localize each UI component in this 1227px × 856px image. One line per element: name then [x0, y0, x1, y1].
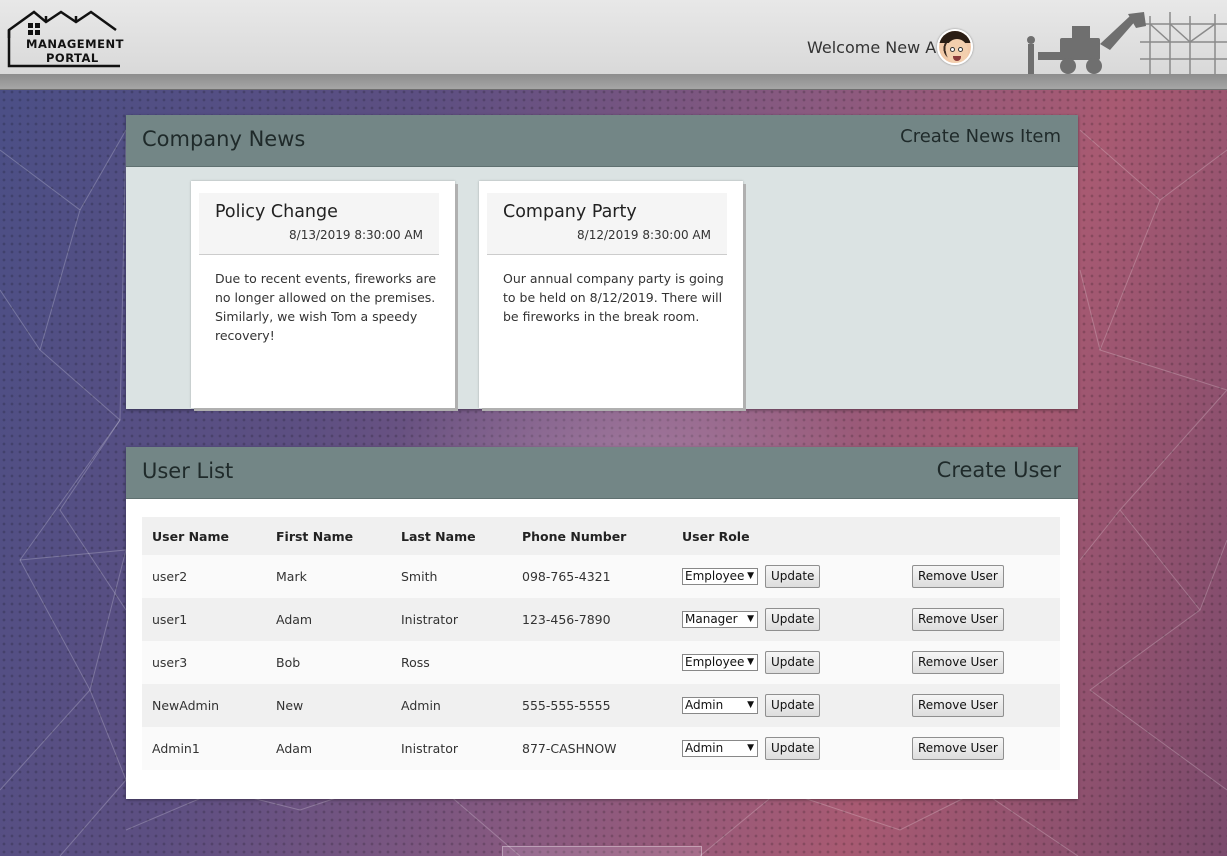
user-table: User Name First Name Last Name Phone Num… [142, 517, 1060, 770]
role-select[interactable]: Manager ▼ [682, 611, 758, 628]
table-row: NewAdmin New Admin 555-555-5555 Admin ▼ U… [142, 684, 1060, 727]
cell-phone [512, 641, 672, 684]
logo-line2: PORTAL [46, 51, 99, 65]
remove-user-button[interactable]: Remove User [912, 565, 1004, 588]
cell-actions: Remove User [902, 598, 1060, 641]
select-arrow-icon: ▼ [747, 614, 754, 624]
cell-phone: 555-555-5555 [522, 698, 611, 713]
role-select-value: Employee [685, 569, 745, 583]
role-select-value: Admin [685, 698, 724, 712]
create-user-link[interactable]: Create User [937, 458, 1061, 482]
role-select[interactable]: Admin ▼ [682, 697, 758, 714]
cell-phone: 877-CASHNOW [522, 741, 617, 756]
user-list-header: User List Create User [126, 447, 1078, 499]
cell-first-name: Adam [276, 741, 313, 756]
cell-last-name: Inistrator [401, 741, 458, 756]
cell-role: Admin ▼ Update [672, 727, 902, 770]
news-card: Company Party 8/12/2019 8:30:00 AM Our a… [479, 181, 743, 408]
avatar[interactable] [937, 29, 973, 65]
user-list-title: User List [142, 459, 234, 483]
select-arrow-icon: ▼ [747, 657, 754, 667]
cell-role: Employee ▼ Update [672, 641, 902, 684]
column-header-user-role: User Role [672, 517, 902, 555]
cell-last-name: Inistrator [401, 612, 458, 627]
news-card-body: Due to recent events, fireworks are no l… [215, 271, 437, 343]
table-row: Admin1 Adam Inistrator 877-CASHNOW Admin… [142, 727, 1060, 770]
update-button[interactable]: Update [764, 608, 821, 631]
select-arrow-icon: ▼ [747, 700, 754, 710]
role-select[interactable]: Admin ▼ [682, 740, 758, 757]
news-card-date: 8/12/2019 8:30:00 AM [577, 228, 711, 242]
company-news-title: Company News [142, 127, 306, 151]
cell-username: user1 [152, 612, 188, 627]
news-card: Policy Change 8/13/2019 8:30:00 AM Due t… [191, 181, 455, 408]
cell-first-name: Mark [276, 569, 307, 584]
column-header-actions [902, 517, 1060, 555]
table-row: user2 Mark Smith 098-765-4321 Employee ▼ … [142, 555, 1060, 598]
role-select-value: Manager [685, 612, 738, 626]
cell-first-name: Bob [276, 655, 301, 670]
cell-role: Employee ▼ Update [672, 555, 902, 598]
news-card-title: Policy Change [215, 202, 338, 222]
table-header-row: User Name First Name Last Name Phone Num… [142, 517, 1060, 555]
news-card-title: Company Party [503, 202, 637, 222]
cell-last-name: Ross [401, 655, 430, 670]
role-select[interactable]: Employee ▼ [682, 568, 758, 585]
remove-user-button[interactable]: Remove User [912, 737, 1004, 760]
welcome-text: Welcome New A [807, 38, 937, 57]
user-list-panel: User List Create User User Name First Na… [126, 447, 1078, 799]
column-header-phone: Phone Number [512, 517, 672, 555]
role-select[interactable]: Employee ▼ [682, 654, 758, 671]
column-header-first-name: First Name [266, 517, 391, 555]
cell-phone: 098-765-4321 [522, 569, 611, 584]
update-button[interactable]: Update [764, 694, 821, 717]
cell-username: NewAdmin [152, 698, 220, 713]
cell-actions: Remove User [902, 727, 1060, 770]
remove-user-button[interactable]: Remove User [912, 608, 1004, 631]
role-select-value: Employee [685, 655, 745, 669]
column-header-last-name: Last Name [391, 517, 512, 555]
update-button[interactable]: Update [764, 565, 821, 588]
cell-last-name: Smith [401, 569, 438, 584]
remove-user-button[interactable]: Remove User [912, 651, 1004, 674]
role-select-value: Admin [685, 741, 724, 755]
cell-first-name: New [276, 698, 304, 713]
management-portal-logo[interactable]: MANAGEMENT PORTAL [6, 8, 128, 70]
top-header: MANAGEMENT PORTAL Welcome New A [0, 0, 1227, 90]
cell-username: user3 [152, 655, 188, 670]
news-card-body: Our annual company party is going to be … [503, 271, 724, 324]
news-card-date: 8/13/2019 8:30:00 AM [289, 228, 423, 242]
header-strip [0, 74, 1227, 90]
update-button[interactable]: Update [764, 737, 821, 760]
cell-role: Manager ▼ Update [672, 598, 902, 641]
column-header-username: User Name [142, 517, 266, 555]
footer-tab [502, 846, 702, 856]
cell-username: Admin1 [152, 741, 200, 756]
cell-username: user2 [152, 569, 188, 584]
table-row: user3 Bob Ross Employee ▼ Update Remove U… [142, 641, 1060, 684]
update-button[interactable]: Update [764, 651, 821, 674]
cell-actions: Remove User [902, 641, 1060, 684]
construction-icon [1027, 12, 1227, 74]
cell-phone: 123-456-7890 [522, 612, 611, 627]
select-arrow-icon: ▼ [747, 743, 754, 753]
cell-role: Admin ▼ Update [672, 684, 902, 727]
cell-actions: Remove User [902, 555, 1060, 598]
cell-last-name: Admin [401, 698, 441, 713]
logo-line1: MANAGEMENT [26, 37, 124, 51]
create-news-item-link[interactable]: Create News Item [900, 126, 1061, 147]
cell-actions: Remove User [902, 684, 1060, 727]
news-card-header: Company Party 8/12/2019 8:30:00 AM [487, 193, 727, 255]
company-news-header: Company News Create News Item [126, 115, 1078, 167]
company-news-panel: Company News Create News Item Policy Cha… [126, 115, 1078, 409]
remove-user-button[interactable]: Remove User [912, 694, 1004, 717]
news-card-header: Policy Change 8/13/2019 8:30:00 AM [199, 193, 439, 255]
cell-first-name: Adam [276, 612, 313, 627]
select-arrow-icon: ▼ [747, 571, 754, 581]
table-row: user1 Adam Inistrator 123-456-7890 Manag… [142, 598, 1060, 641]
